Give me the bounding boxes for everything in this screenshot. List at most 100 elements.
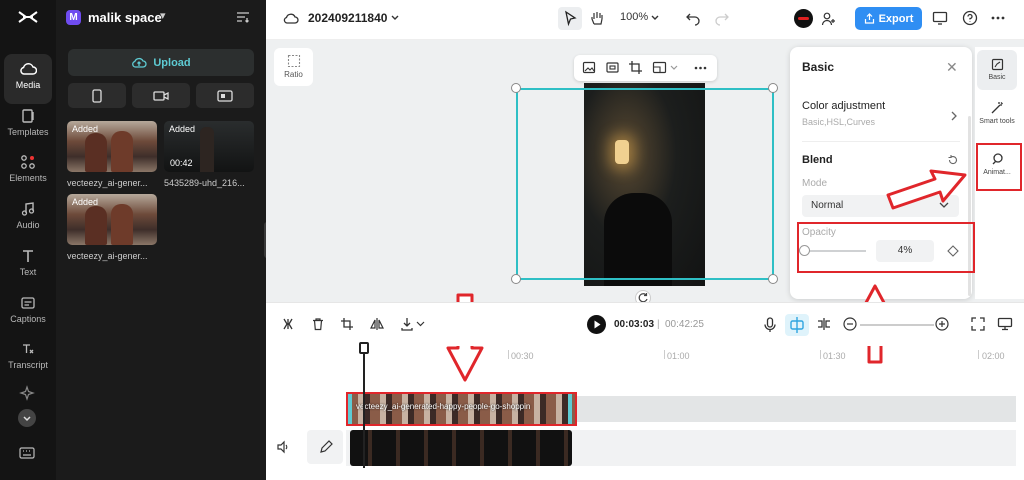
ratio-button[interactable]: Ratio bbox=[274, 48, 313, 86]
sort-menu-icon[interactable] bbox=[236, 11, 250, 23]
rail-label-text: Text bbox=[19, 267, 37, 277]
total-time: 00:42:25 bbox=[665, 319, 704, 330]
upload-button[interactable]: Upload bbox=[68, 49, 254, 76]
split-icon[interactable] bbox=[281, 317, 295, 331]
undo-icon[interactable] bbox=[685, 10, 701, 26]
highlight-box bbox=[797, 222, 975, 273]
download-icon[interactable] bbox=[400, 317, 414, 331]
media-thumbnail[interactable]: Added 00:42 bbox=[164, 121, 254, 172]
resize-handle[interactable] bbox=[768, 83, 778, 93]
plugins-icon[interactable] bbox=[19, 385, 35, 401]
volume-icon[interactable] bbox=[276, 440, 290, 454]
resize-handle[interactable] bbox=[768, 274, 778, 284]
more-rail-button[interactable] bbox=[18, 409, 36, 427]
zoom-in-icon[interactable] bbox=[935, 317, 949, 331]
export-button[interactable]: Export bbox=[855, 7, 922, 30]
cloud-upload-icon bbox=[132, 57, 147, 68]
flip-icon[interactable] bbox=[370, 317, 384, 331]
select-tool-button[interactable] bbox=[558, 7, 582, 30]
zoom-out-icon[interactable] bbox=[843, 317, 857, 331]
ruler-tick bbox=[508, 350, 509, 359]
record-video-button[interactable] bbox=[132, 83, 190, 108]
upload-label: Upload bbox=[153, 56, 191, 69]
media-thumbnail[interactable]: Added bbox=[67, 194, 157, 245]
chevron-right-icon[interactable] bbox=[950, 111, 958, 121]
edit-track-button[interactable] bbox=[307, 430, 343, 464]
workspace-name[interactable]: malik space bbox=[88, 10, 162, 25]
rail-item-elements[interactable]: Elements bbox=[4, 147, 52, 197]
chevron-down-icon[interactable] bbox=[670, 65, 678, 71]
music-icon bbox=[21, 202, 35, 216]
crop-icon[interactable] bbox=[340, 317, 354, 331]
resize-handle[interactable] bbox=[511, 83, 521, 93]
resize-handle[interactable] bbox=[511, 274, 521, 284]
workspace-badge: M bbox=[66, 10, 81, 25]
export-icon bbox=[864, 13, 874, 24]
pencil-icon bbox=[320, 440, 333, 453]
redo-icon[interactable] bbox=[714, 10, 730, 26]
color-adjustment-row[interactable]: Color adjustment bbox=[802, 100, 885, 112]
chevron-down-icon[interactable] bbox=[390, 14, 400, 22]
rail-item-text[interactable]: Text bbox=[4, 241, 52, 291]
ruler-label: 00:00 bbox=[367, 351, 390, 361]
rail-item-templates[interactable]: Templates bbox=[4, 101, 52, 151]
reset-icon[interactable] bbox=[947, 154, 959, 166]
image-replace-icon[interactable] bbox=[582, 60, 597, 75]
ruler-label: 00:30 bbox=[511, 351, 534, 361]
more-icon[interactable] bbox=[693, 60, 708, 75]
rail-label-media: Media bbox=[15, 80, 41, 90]
more-icon[interactable] bbox=[990, 10, 1006, 26]
media-file-name: 5435289-uhd_216... bbox=[164, 178, 245, 188]
playhead-handle[interactable] bbox=[359, 342, 369, 354]
rail-item-captions[interactable]: Captions bbox=[4, 288, 52, 338]
microphone-icon[interactable] bbox=[763, 317, 777, 333]
hand-icon[interactable] bbox=[589, 10, 605, 26]
avatar[interactable] bbox=[794, 9, 813, 28]
highlight-box bbox=[346, 392, 577, 426]
crop-icon[interactable] bbox=[628, 60, 643, 75]
playhead[interactable] bbox=[363, 344, 365, 468]
elements-icon bbox=[21, 155, 35, 169]
add-user-icon[interactable] bbox=[821, 11, 837, 27]
auto-snap-toggle[interactable] bbox=[785, 314, 809, 336]
rail-label-transcript: Transcript bbox=[8, 360, 48, 370]
tab-basic[interactable]: Basic bbox=[977, 50, 1017, 90]
delete-icon[interactable] bbox=[311, 317, 325, 331]
crop-frame-icon[interactable] bbox=[605, 60, 620, 75]
chevron-down-icon[interactable]: ▾ bbox=[160, 9, 166, 22]
highlight-box bbox=[976, 143, 1022, 191]
capcut-logo-icon bbox=[18, 11, 38, 23]
main-clip[interactable] bbox=[350, 430, 572, 466]
time-separator: | bbox=[657, 319, 660, 330]
close-icon[interactable]: ✕ bbox=[946, 59, 958, 76]
preview-screen-icon[interactable] bbox=[997, 317, 1013, 331]
left-rail: Media Templates Elements Audio Text Capt… bbox=[0, 0, 56, 480]
play-button[interactable] bbox=[587, 315, 606, 334]
rail-item-audio[interactable]: Audio bbox=[4, 194, 52, 244]
phone-icon bbox=[92, 88, 102, 103]
rail-item-media[interactable]: Media bbox=[4, 54, 52, 104]
tab-smart-tools[interactable]: Smart tools bbox=[977, 96, 1017, 140]
phone-upload-button[interactable] bbox=[68, 83, 126, 108]
help-icon[interactable] bbox=[962, 10, 978, 26]
templates-icon bbox=[22, 109, 34, 123]
rail-label-templates: Templates bbox=[7, 127, 49, 137]
present-icon[interactable] bbox=[932, 10, 948, 26]
layout-icon[interactable] bbox=[652, 60, 667, 75]
zoom-level[interactable]: 100% bbox=[620, 11, 648, 23]
media-thumbnail[interactable]: Added bbox=[67, 121, 157, 172]
fit-icon[interactable] bbox=[971, 317, 985, 331]
timeline-zoom-slider[interactable] bbox=[860, 324, 934, 326]
magic-wand-icon bbox=[991, 102, 1003, 114]
record-screen-button[interactable] bbox=[196, 83, 254, 108]
split-screen-icon[interactable] bbox=[816, 317, 832, 331]
selection-frame[interactable] bbox=[516, 88, 774, 280]
snap-icon bbox=[790, 317, 804, 333]
cloud-sync-icon[interactable] bbox=[283, 11, 299, 25]
chevron-down-icon[interactable] bbox=[650, 14, 660, 22]
project-name[interactable]: 202409211840 bbox=[308, 11, 387, 25]
rail-label-captions: Captions bbox=[10, 314, 46, 324]
rail-item-transcript[interactable]: Transcript bbox=[4, 334, 52, 384]
keyboard-icon[interactable] bbox=[19, 446, 35, 460]
chevron-down-icon[interactable] bbox=[416, 321, 425, 327]
